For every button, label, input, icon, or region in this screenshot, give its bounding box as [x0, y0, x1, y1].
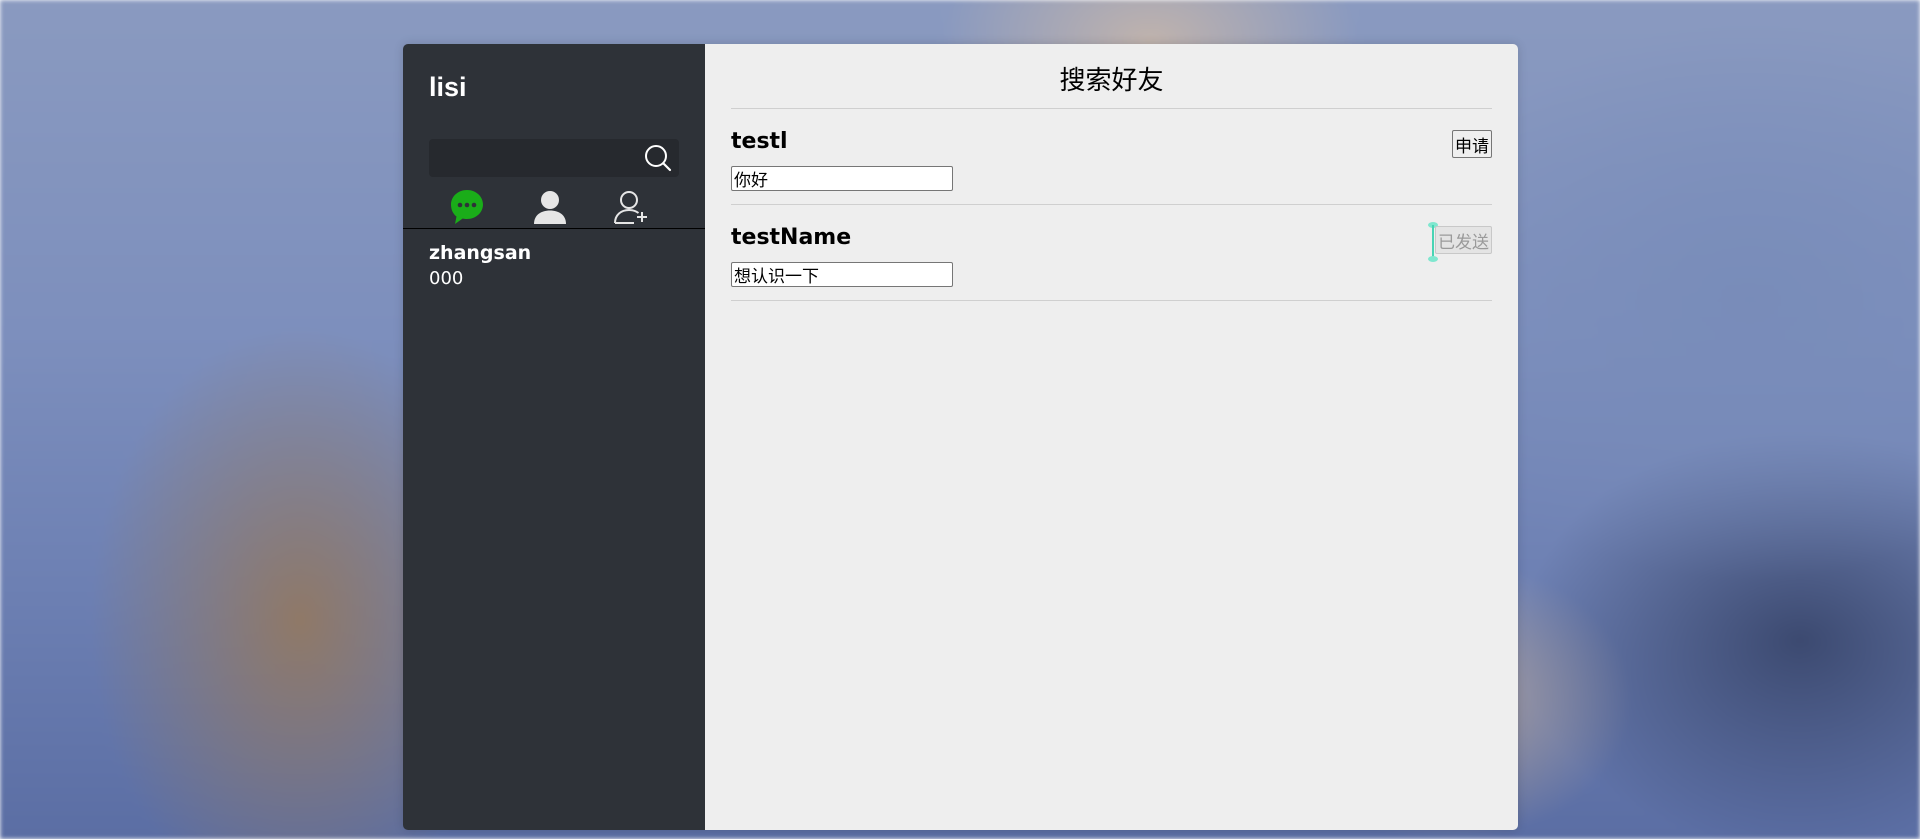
- sent-button[interactable]: 已发送: [1435, 226, 1492, 254]
- search-box: [429, 139, 679, 177]
- contact-last-message: 000: [429, 268, 464, 289]
- person-icon[interactable]: [530, 187, 570, 227]
- result-user-name: testl: [731, 129, 788, 154]
- search-icon[interactable]: [643, 143, 673, 173]
- chat-app-window: lisi zhangsan 000 搜索好友 testl 你好 申请 testN…: [403, 44, 1518, 830]
- request-message-input[interactable]: [731, 262, 953, 287]
- nav-tabs: [403, 187, 705, 227]
- add-person-icon[interactable]: [612, 187, 652, 227]
- sidebar: lisi zhangsan 000: [403, 44, 705, 830]
- apply-button[interactable]: 申请: [1452, 130, 1492, 158]
- result-user-name: testName: [731, 225, 852, 250]
- current-user-name: lisi: [429, 72, 467, 102]
- contact-list-item[interactable]: zhangsan 000: [429, 241, 531, 293]
- request-message-input[interactable]: [731, 166, 953, 191]
- search-result-row: testName 已发送: [731, 205, 1492, 301]
- page-title: 搜索好友: [1059, 66, 1164, 96]
- contact-name: zhangsan: [429, 242, 532, 264]
- search-friends-panel: 搜索好友 testl 申请 testName 已发送: [705, 44, 1518, 830]
- search-input[interactable]: [429, 139, 629, 177]
- search-result-row: testl 申请: [731, 109, 1492, 205]
- chat-bubble-icon[interactable]: [447, 187, 487, 227]
- nav-divider: [403, 228, 705, 229]
